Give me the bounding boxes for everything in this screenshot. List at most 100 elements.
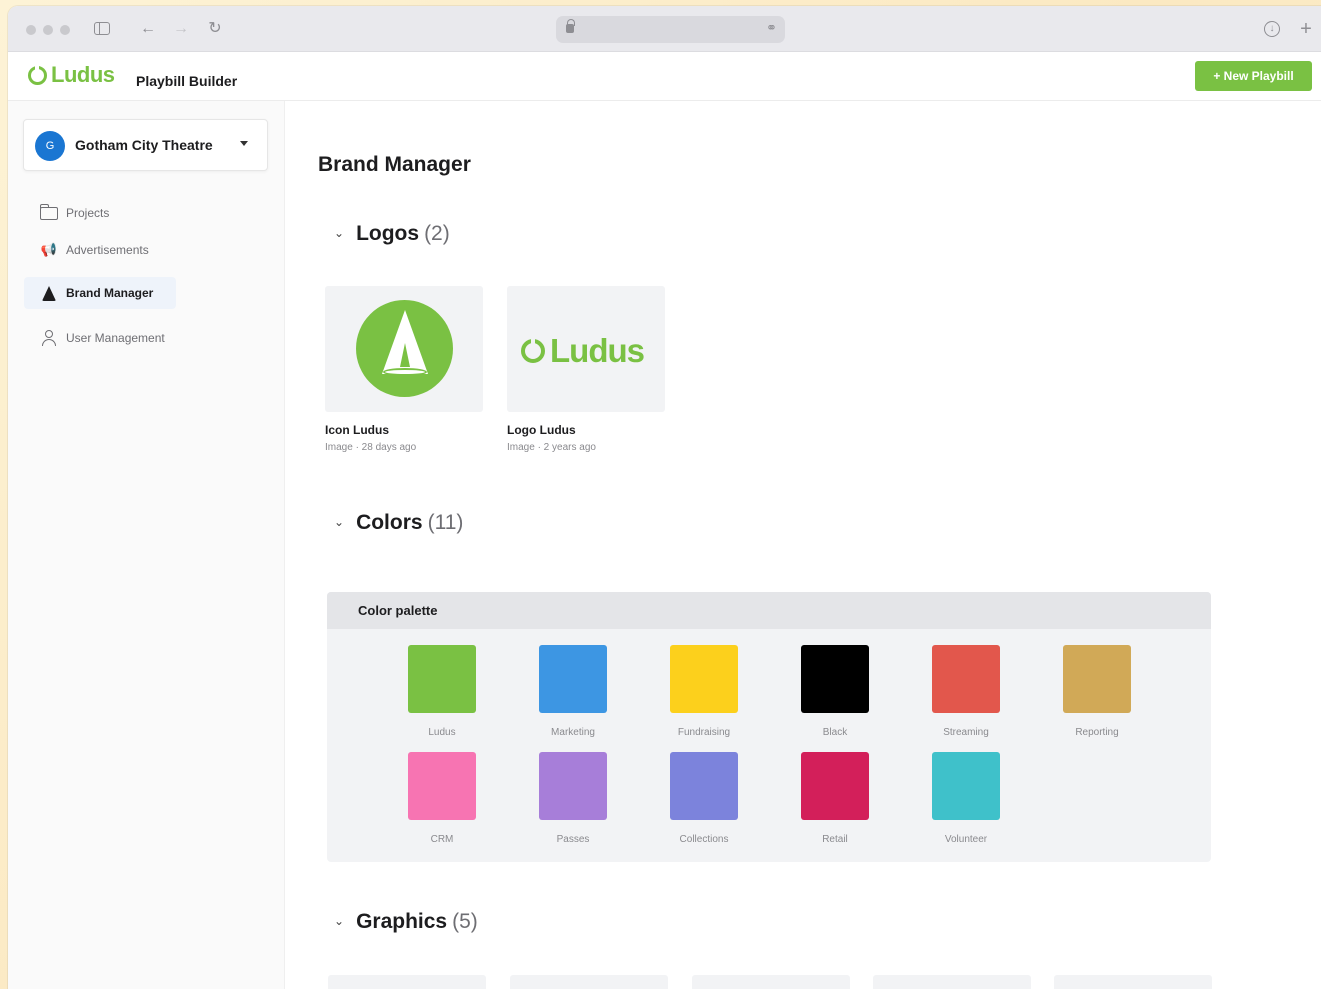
- color-swatch-fundraising[interactable]: Fundraising: [670, 645, 738, 738]
- section-count: (5): [452, 910, 478, 933]
- org-avatar: G: [35, 131, 65, 161]
- asset-name: Logo Ludus: [507, 423, 576, 437]
- color-chip: [932, 752, 1000, 820]
- sidebar: G Gotham City Theatre Projects 📢 Adverti…: [8, 101, 285, 989]
- org-name: Gotham City Theatre: [75, 137, 213, 153]
- color-swatch-volunteer[interactable]: Volunteer: [932, 752, 1000, 845]
- sidebar-item-user-management[interactable]: User Management: [24, 322, 179, 354]
- sidebar-item-label: User Management: [66, 331, 165, 345]
- color-swatch-ludus[interactable]: Ludus: [408, 645, 476, 738]
- color-chip: [670, 752, 738, 820]
- color-label: Ludus: [428, 727, 456, 738]
- asset-name: Icon Ludus: [325, 423, 389, 437]
- graphic-thumbnail[interactable]: [692, 975, 850, 989]
- color-chip: [670, 645, 738, 713]
- color-label: Marketing: [551, 727, 595, 738]
- window-controls: [26, 25, 70, 35]
- back-arrow-icon[interactable]: ←: [138, 19, 158, 39]
- close-window-button[interactable]: [26, 25, 36, 35]
- ludus-logo[interactable]: Ludus: [28, 62, 115, 88]
- color-swatch-passes[interactable]: Passes: [539, 752, 607, 845]
- app-header: Ludus Playbill Builder + New Playbill: [8, 52, 1321, 101]
- color-label: Streaming: [943, 727, 989, 738]
- color-swatch-reporting[interactable]: Reporting: [1063, 645, 1131, 738]
- chevron-down-icon: ⌄: [334, 914, 345, 928]
- color-label: Volunteer: [944, 834, 988, 845]
- minimize-window-button[interactable]: [43, 25, 53, 35]
- new-playbill-button[interactable]: + New Playbill: [1195, 61, 1312, 91]
- asset-logo-ludus[interactable]: Ludus Logo Ludus Image · 2 years ago: [507, 286, 665, 453]
- forward-arrow-icon[interactable]: →: [171, 19, 191, 39]
- color-chip: [539, 645, 607, 713]
- section-title: Logos: [356, 222, 420, 245]
- download-icon[interactable]: ↓: [1262, 19, 1282, 39]
- sidebar-item-label: Brand Manager: [66, 286, 154, 300]
- color-label: Passes: [556, 834, 590, 845]
- asset-meta: Image · 28 days ago: [325, 442, 417, 453]
- ludus-wordmark: Ludus: [521, 332, 645, 370]
- color-label: Reporting: [1075, 727, 1119, 738]
- address-bar[interactable]: ⚭: [556, 16, 785, 43]
- color-label: CRM: [430, 834, 454, 845]
- graphic-thumbnail[interactable]: [873, 975, 1031, 989]
- lock-icon: [566, 19, 575, 33]
- browser-window: ← → ↻ ⚭ ↓ + Ludus Playbill Builder + New…: [8, 6, 1321, 989]
- ludus-mark-icon: [28, 64, 47, 85]
- section-colors-header[interactable]: ⌄ Colors (11): [334, 511, 463, 535]
- color-label: Collections: [679, 834, 729, 845]
- sidebar-item-label: Projects: [66, 206, 110, 220]
- color-label: Fundraising: [677, 727, 731, 738]
- organization-selector[interactable]: G Gotham City Theatre: [23, 119, 268, 171]
- color-palette: Color palette Ludus Marketing Fundraising B…: [327, 592, 1211, 862]
- ludus-cone-icon: [356, 300, 453, 397]
- color-swatch-black[interactable]: Black: [801, 645, 869, 738]
- maximize-window-button[interactable]: [60, 25, 70, 35]
- color-swatch-crm[interactable]: CRM: [408, 752, 476, 845]
- folder-icon: [38, 203, 60, 221]
- new-tab-icon[interactable]: +: [1296, 19, 1316, 39]
- color-swatch-marketing[interactable]: Marketing: [539, 645, 607, 738]
- sidebar-item-label: Advertisements: [66, 243, 149, 257]
- section-logos-header[interactable]: ⌄ Logos (2): [334, 222, 450, 246]
- color-chip: [1063, 645, 1131, 713]
- chevron-down-icon: ⌄: [334, 226, 345, 240]
- section-count: (2): [424, 222, 450, 245]
- color-chip: [408, 752, 476, 820]
- page-title: Brand Manager: [318, 153, 471, 176]
- asset-thumbnail: Ludus: [507, 286, 665, 412]
- sidebar-item-advertisements[interactable]: 📢 Advertisements: [24, 234, 163, 266]
- megaphone-icon: 📢: [40, 242, 58, 257]
- graphic-thumbnail[interactable]: [328, 975, 486, 989]
- section-count: (11): [427, 511, 464, 534]
- graphic-thumbnail[interactable]: [510, 975, 668, 989]
- color-label: Retail: [822, 834, 848, 845]
- cone-icon: [38, 285, 60, 301]
- section-title: Colors: [356, 511, 423, 534]
- color-chip: [932, 645, 1000, 713]
- palette-title: Color palette: [327, 592, 1211, 629]
- browser-toolbar: ← → ↻ ⚭ ↓ +: [8, 6, 1321, 52]
- brand-name: Ludus: [51, 62, 115, 87]
- color-label: Black: [822, 727, 848, 738]
- color-chip: [801, 645, 869, 713]
- user-icon: [38, 330, 60, 346]
- asset-icon-ludus[interactable]: Icon Ludus Image · 28 days ago: [325, 286, 483, 453]
- product-title: Playbill Builder: [136, 73, 238, 89]
- sidebar-item-projects[interactable]: Projects: [24, 197, 123, 229]
- color-swatch-streaming[interactable]: Streaming: [932, 645, 1000, 738]
- link-icon[interactable]: ⚭: [766, 20, 777, 36]
- color-swatch-retail[interactable]: Retail: [801, 752, 869, 845]
- section-graphics-header[interactable]: ⌄ Graphics (5): [334, 910, 478, 934]
- color-swatch-collections[interactable]: Collections: [670, 752, 738, 845]
- section-title: Graphics: [356, 910, 448, 933]
- graphic-thumbnail[interactable]: [1054, 975, 1212, 989]
- color-chip: [801, 752, 869, 820]
- reload-icon[interactable]: ↻: [205, 19, 225, 39]
- ludus-mark-icon: [521, 338, 545, 363]
- color-chip: [408, 645, 476, 713]
- chevron-down-icon: ⌄: [334, 515, 345, 529]
- sidebar-item-brand-manager[interactable]: Brand Manager: [24, 277, 176, 309]
- main-content: Brand Manager ⌄ Logos (2) Icon Ludus Ima…: [285, 101, 1321, 989]
- caret-down-icon: [240, 141, 248, 146]
- sidebar-toggle-icon[interactable]: [92, 19, 112, 39]
